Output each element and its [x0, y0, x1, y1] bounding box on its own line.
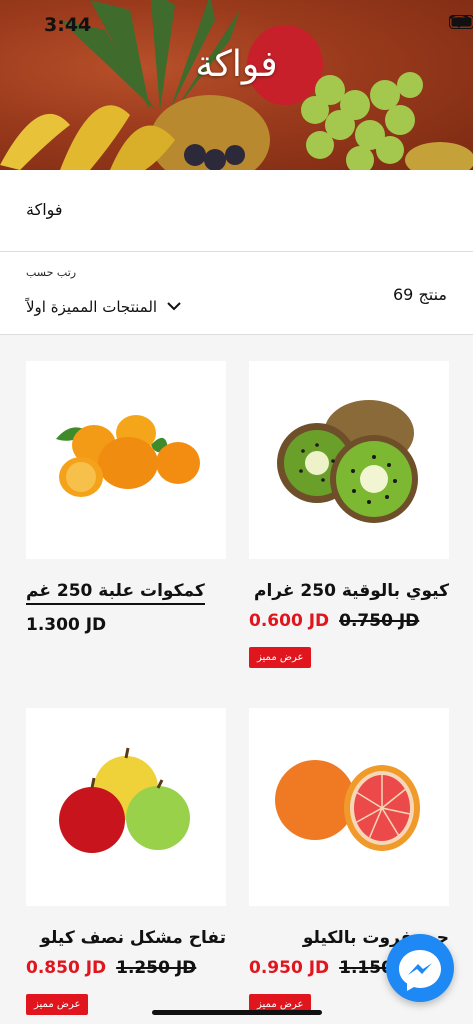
- battery-icon: [449, 15, 473, 29]
- product-card[interactable]: كيوي بالوقية 250 غرام 0.600 JD 0.750 JD …: [249, 361, 449, 668]
- product-image-grapefruit[interactable]: [249, 708, 449, 906]
- header-banner: 3:44 فواكة: [0, 0, 473, 170]
- product-price: 0.850 JD: [26, 958, 107, 978]
- sort-dropdown[interactable]: المنتجات المميزة اولاً: [26, 298, 157, 316]
- price-row: 1.300 JD: [26, 615, 226, 635]
- product-price: 0.600 JD: [249, 611, 330, 631]
- product-old-price: 1.150: [339, 958, 393, 978]
- sort-bar: رتب حسب المنتجات المميزة اولاً منتج 69: [0, 252, 473, 335]
- product-count: منتج 69: [393, 285, 447, 304]
- messenger-button[interactable]: [386, 934, 454, 1002]
- product-price: 1.300 JD: [26, 615, 107, 635]
- product-old-price: 0.750 JD: [339, 611, 420, 631]
- messenger-icon: [399, 950, 441, 991]
- chevron-down-icon[interactable]: [166, 300, 182, 312]
- product-card[interactable]: كمكوات علبة 250 غم 1.300 JD: [26, 361, 226, 635]
- product-title[interactable]: تفاح مشكل نصف كيلو: [26, 928, 226, 948]
- product-title[interactable]: كمكوات علبة 250 غم: [26, 581, 205, 605]
- status-time: 3:44: [44, 14, 92, 36]
- price-row: 0.850 JD 1.250 JD: [26, 958, 226, 978]
- product-title[interactable]: كيوي بالوقية 250 غرام: [249, 581, 449, 601]
- product-image-kumquat[interactable]: [26, 361, 226, 559]
- home-indicator: [152, 1010, 322, 1015]
- product-price: 0.950 JD: [249, 958, 330, 978]
- page-title: فواكة: [195, 44, 278, 85]
- price-row: 0.600 JD 0.750 JD: [249, 611, 449, 631]
- sort-caption: رتب حسب: [26, 266, 77, 279]
- category-label: فواكة: [26, 200, 63, 219]
- offer-badge: عرض مميز: [249, 647, 312, 668]
- product-image-apples[interactable]: [26, 708, 226, 906]
- product-old-price: 1.250 JD: [116, 958, 197, 978]
- category-bar[interactable]: فواكة: [0, 170, 473, 252]
- product-image-kiwi[interactable]: [249, 361, 449, 559]
- offer-badge: عرض مميز: [26, 994, 89, 1015]
- product-card[interactable]: تفاح مشكل نصف كيلو 0.850 JD 1.250 JD عرض…: [26, 708, 226, 1015]
